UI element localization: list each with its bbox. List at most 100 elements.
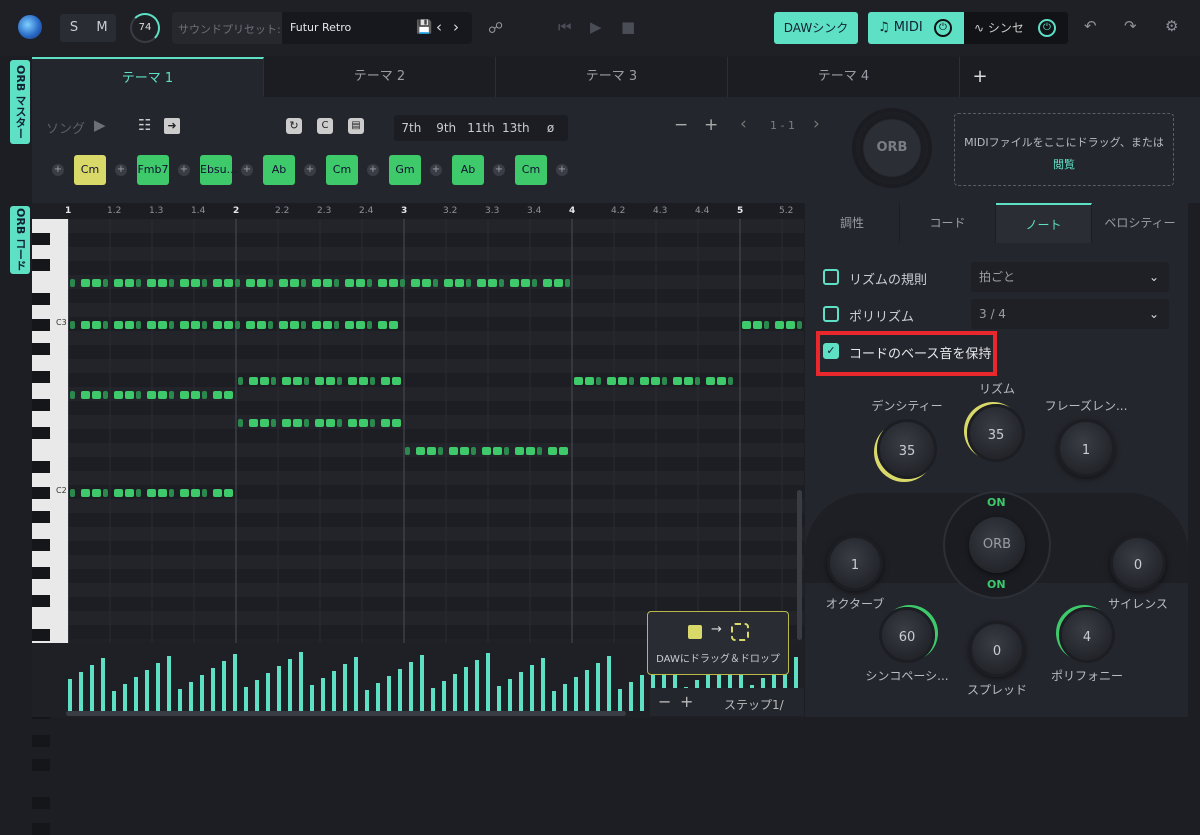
- black-key[interactable]: [32, 735, 50, 747]
- song-play-icon[interactable]: ▶: [94, 116, 106, 134]
- chord-chip[interactable]: Cm: [74, 155, 106, 185]
- page-next-icon[interactable]: ›: [813, 114, 820, 134]
- stop-icon[interactable]: ■: [621, 18, 635, 36]
- ext-halfdim[interactable]: ø: [533, 115, 568, 141]
- save-icon[interactable]: 💾: [416, 20, 432, 35]
- phrase-length-knob[interactable]: 1: [1057, 419, 1115, 477]
- velocity-bar[interactable]: [79, 672, 83, 711]
- zoom-in-button[interactable]: +: [704, 115, 718, 135]
- polyrhythm-select[interactable]: 3 / 4 ⌄: [971, 299, 1169, 329]
- velocity-bar[interactable]: [288, 659, 292, 711]
- tempo-knob[interactable]: 74: [130, 13, 160, 43]
- black-key[interactable]: [32, 399, 50, 411]
- chord-chip[interactable]: Fmb7: [137, 155, 169, 185]
- black-key[interactable]: [32, 319, 50, 331]
- ext-7th[interactable]: 7th: [394, 115, 429, 141]
- prev-preset-icon[interactable]: ‹: [436, 18, 442, 36]
- velocity-bar[interactable]: [112, 691, 116, 711]
- add-chord-button[interactable]: +: [556, 164, 568, 176]
- black-key[interactable]: [32, 461, 50, 473]
- polyphony-knob[interactable]: 4: [1059, 607, 1115, 663]
- ext-9th[interactable]: 9th: [429, 115, 464, 141]
- preset-value[interactable]: Futur Retro: [282, 12, 472, 44]
- vertical-scrollbar[interactable]: [797, 490, 802, 640]
- page-prev-icon[interactable]: ‹: [740, 114, 747, 134]
- velocity-bar[interactable]: [332, 671, 336, 711]
- add-chord-button[interactable]: +: [178, 164, 190, 176]
- zoom-out-button[interactable]: −: [674, 115, 688, 135]
- velocity-bar[interactable]: [299, 652, 303, 711]
- chord-chip[interactable]: Ab: [263, 155, 295, 185]
- next-preset-icon[interactable]: ›: [453, 18, 459, 36]
- black-key[interactable]: [32, 343, 50, 355]
- black-key[interactable]: [32, 759, 50, 771]
- browse-link[interactable]: 閲覧: [955, 154, 1173, 176]
- ext-11th[interactable]: 11th: [464, 115, 499, 141]
- black-key[interactable]: [32, 259, 50, 271]
- settings-gear-icon[interactable]: ⚙: [1165, 17, 1178, 35]
- velocity-bar[interactable]: [640, 675, 644, 711]
- play-icon[interactable]: ▶: [590, 18, 602, 36]
- piano-icon[interactable]: ☷: [138, 116, 151, 134]
- drag-drop-tooltip[interactable]: → DAWにドラッグ＆ドロップ: [647, 611, 789, 675]
- velocity-bar[interactable]: [563, 684, 567, 711]
- keep-bass-checkbox[interactable]: ✓: [823, 343, 839, 359]
- velocity-bar[interactable]: [156, 663, 160, 711]
- rhythm-rule-select[interactable]: 拍ごと ⌄: [971, 262, 1169, 292]
- add-chord-button[interactable]: +: [52, 164, 64, 176]
- black-key[interactable]: [32, 427, 50, 439]
- add-chord-button[interactable]: +: [493, 164, 505, 176]
- octave-knob[interactable]: 1: [827, 535, 883, 591]
- velocity-bar[interactable]: [365, 690, 369, 711]
- velocity-bar[interactable]: [211, 668, 215, 711]
- export-arrow-icon[interactable]: ➜: [164, 118, 180, 134]
- chord-chip[interactable]: Ab: [452, 155, 484, 185]
- black-key[interactable]: [32, 233, 50, 245]
- orb-chord-tag[interactable]: ORB コード: [10, 206, 30, 274]
- velocity-bar[interactable]: [101, 658, 105, 711]
- velocity-bar[interactable]: [310, 685, 314, 711]
- chord-chip[interactable]: Ebsu...: [200, 155, 237, 185]
- tab-theme-4[interactable]: テーマ 4: [728, 57, 960, 97]
- velocity-bar[interactable]: [585, 670, 589, 711]
- velocity-bar[interactable]: [145, 670, 149, 711]
- link-icon[interactable]: ☍: [488, 19, 503, 37]
- velocity-bar[interactable]: [607, 656, 611, 711]
- undo-icon[interactable]: ↶: [1084, 17, 1097, 35]
- velocity-bar[interactable]: [475, 660, 479, 711]
- velocity-bar[interactable]: [134, 677, 138, 711]
- voicing-icon[interactable]: ▤: [348, 118, 364, 134]
- velocity-bar[interactable]: [497, 686, 501, 711]
- velocity-bar[interactable]: [530, 665, 534, 711]
- spread-knob[interactable]: 0: [969, 621, 1025, 677]
- velocity-bar[interactable]: [519, 672, 523, 711]
- velocity-bar[interactable]: [266, 673, 270, 711]
- tab-note[interactable]: ノート: [996, 203, 1092, 243]
- black-key[interactable]: [32, 595, 50, 607]
- velocity-bar[interactable]: [233, 654, 237, 711]
- tab-key[interactable]: 調性: [805, 203, 900, 243]
- velocity-bar[interactable]: [277, 666, 281, 711]
- orb-on-top[interactable]: ON: [987, 496, 1006, 509]
- black-key[interactable]: [32, 371, 50, 383]
- preset-selector[interactable]: サウンドプリセット: Futur Retro 💾 ‹ ›: [172, 12, 472, 44]
- orb-on-bottom[interactable]: ON: [987, 578, 1006, 591]
- rhythm-rule-checkbox[interactable]: [823, 269, 839, 285]
- velocity-bar[interactable]: [387, 676, 391, 711]
- velocity-bar[interactable]: [431, 688, 435, 711]
- synth-button[interactable]: ∿ シンセ ⏻: [964, 12, 1068, 44]
- velocity-bar[interactable]: [200, 675, 204, 711]
- rhythm-knob[interactable]: 35: [967, 404, 1025, 462]
- skip-back-icon[interactable]: ⏮: [558, 18, 572, 36]
- syncopation-knob[interactable]: 60: [879, 607, 935, 663]
- silence-knob[interactable]: 0: [1110, 535, 1166, 591]
- black-key[interactable]: [32, 293, 50, 305]
- velocity-bar[interactable]: [552, 691, 556, 711]
- black-key[interactable]: [32, 823, 50, 835]
- piano-keyboard[interactable]: [32, 219, 68, 835]
- velocity-bar[interactable]: [354, 657, 358, 711]
- velocity-bar[interactable]: [189, 682, 193, 711]
- velocity-bar[interactable]: [574, 677, 578, 711]
- timeline-ruler[interactable]: 1 1.2 1.3 1.4 2 2.2 2.3 2.4 3 3.2 3.3 3.4 4 4.2 4.3 4.4…: [65, 203, 804, 219]
- velocity-bar[interactable]: [90, 665, 94, 711]
